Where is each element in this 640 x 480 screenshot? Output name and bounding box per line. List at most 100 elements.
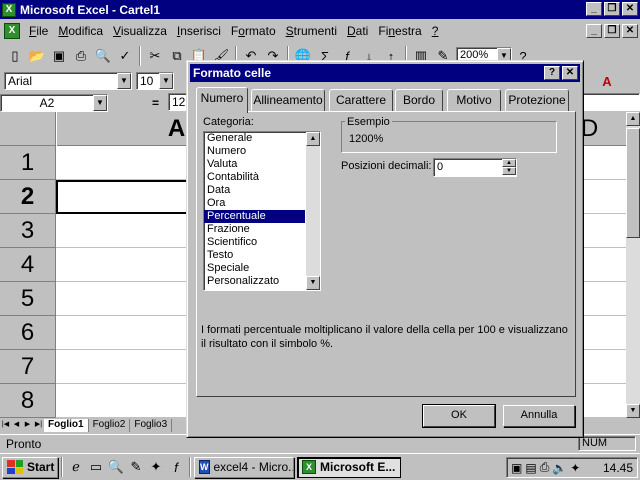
explorer-icon[interactable]: 🔍 xyxy=(106,457,126,477)
print-preview-icon[interactable]: 🔍 xyxy=(92,45,114,67)
last-sheet-icon[interactable]: ▶| xyxy=(33,419,44,431)
tab-bordo[interactable]: Bordo xyxy=(395,89,443,112)
menu-strumenti[interactable]: Strumenti xyxy=(281,24,342,38)
next-sheet-icon[interactable]: ▶ xyxy=(22,419,33,431)
dialog-close-button[interactable]: ✕ xyxy=(562,66,578,80)
select-all-corner[interactable] xyxy=(0,112,56,146)
row-header-6[interactable]: 6 xyxy=(0,316,56,350)
list-item-selected[interactable]: Percentuale xyxy=(204,210,305,223)
vertical-scrollbar[interactable]: ▲ ▼ xyxy=(626,112,640,418)
list-item[interactable]: Personalizzato xyxy=(204,275,305,288)
list-item[interactable]: Generale xyxy=(204,132,305,145)
list-item[interactable]: Testo xyxy=(204,249,305,262)
app-shortcut-icon[interactable]: ✦ xyxy=(146,457,166,477)
list-item[interactable]: Scientifico xyxy=(204,236,305,249)
minimize-button[interactable]: _ xyxy=(586,2,602,16)
cut-icon[interactable]: ✂ xyxy=(144,45,166,67)
spellcheck-icon[interactable]: ✓ xyxy=(114,45,136,67)
active-cell-a2[interactable] xyxy=(56,180,190,214)
chevron-down-icon[interactable]: ▼ xyxy=(93,94,107,111)
sheet-tab-foglio1[interactable]: Foglio1 xyxy=(44,418,89,432)
workbook-icon[interactable]: X xyxy=(4,23,20,39)
tab-numero[interactable]: Numero xyxy=(196,87,248,113)
tray-app-icon[interactable]: ✦ xyxy=(570,461,580,475)
new-icon[interactable]: ▯ xyxy=(4,45,26,67)
clock[interactable]: 14.45 xyxy=(603,461,637,475)
task-microsoft-excel[interactable]: X Microsoft E... xyxy=(297,456,401,478)
prev-sheet-icon[interactable]: ◀ xyxy=(11,419,22,431)
list-item[interactable]: Ora xyxy=(204,197,305,210)
decimal-places-input[interactable]: 0 ▲ ▼ xyxy=(433,158,517,177)
tab-carattere[interactable]: Carattere xyxy=(329,89,393,112)
tab-motivo[interactable]: Motivo xyxy=(447,89,501,112)
category-list[interactable]: Generale Numero Valuta Contabilità Data … xyxy=(203,131,321,291)
start-button[interactable]: Start xyxy=(2,456,58,478)
close-button[interactable]: ✕ xyxy=(622,2,638,16)
scroll-up-icon[interactable]: ▲ xyxy=(306,132,320,146)
row-header-4[interactable]: 4 xyxy=(0,248,56,282)
list-item[interactable]: Numero xyxy=(204,145,305,158)
row-header-1[interactable]: 1 xyxy=(0,146,56,180)
task-word-excel4[interactable]: W excel4 - Micro... xyxy=(194,456,294,478)
font-size-select[interactable]: 10 ▼ xyxy=(136,72,174,90)
dialog-title-bar[interactable]: Formato celle ? ✕ xyxy=(190,64,580,82)
first-sheet-icon[interactable]: |◀ xyxy=(0,419,11,431)
menu-inserisci[interactable]: Inserisci xyxy=(172,24,226,38)
row-header-2[interactable]: 2 xyxy=(0,180,56,214)
chevron-down-icon[interactable]: ▼ xyxy=(159,73,173,89)
spin-up-icon[interactable]: ▲ xyxy=(502,159,516,167)
cancel-button[interactable]: Annulla xyxy=(503,405,575,427)
tab-protezione[interactable]: Protezione xyxy=(505,89,569,112)
save-icon[interactable]: ▣ xyxy=(48,45,70,67)
excel-app-icon[interactable]: X xyxy=(2,2,16,17)
list-item[interactable]: Frazione xyxy=(204,223,305,236)
tray-volume-icon[interactable]: 🔈 xyxy=(552,461,567,475)
sheet-tab-foglio2[interactable]: Foglio2 xyxy=(89,418,131,432)
doc-close-button[interactable]: ✕ xyxy=(622,24,638,38)
open-folder-icon[interactable]: 📂 xyxy=(26,45,48,67)
list-item[interactable]: Data xyxy=(204,184,305,197)
scroll-thumb[interactable] xyxy=(626,128,640,238)
menu-dati[interactable]: Dati xyxy=(342,24,373,38)
spin-down-icon[interactable]: ▼ xyxy=(502,167,516,175)
ok-button[interactable]: OK xyxy=(422,404,496,428)
scroll-up-icon[interactable]: ▲ xyxy=(626,112,640,126)
desktop-icon[interactable]: ▭ xyxy=(86,457,106,477)
tray-network-icon[interactable]: ▣ xyxy=(511,461,522,475)
tray-printer-icon[interactable]: ⎙ xyxy=(540,460,550,475)
font-select[interactable]: Arial ▼ xyxy=(4,72,132,90)
notepad-icon[interactable]: ✎ xyxy=(126,457,146,477)
internet-explorer-icon[interactable]: ℯ xyxy=(66,457,86,477)
tray-monitor-icon[interactable]: ▤ xyxy=(525,461,536,475)
list-item[interactable]: Valuta xyxy=(204,158,305,171)
print-icon[interactable]: ⎙ xyxy=(70,45,92,67)
list-item[interactable]: Speciale xyxy=(204,262,305,275)
access-key: ? xyxy=(431,24,439,38)
name-box[interactable]: A2 ▼ xyxy=(0,93,108,112)
menu-modifica[interactable]: Modifica xyxy=(53,24,108,38)
scroll-down-icon[interactable]: ▼ xyxy=(626,404,640,418)
tab-allineamento[interactable]: Allineamento xyxy=(251,89,325,112)
doc-minimize-button[interactable]: _ xyxy=(586,24,602,38)
function-shortcut-icon[interactable]: f xyxy=(166,457,186,477)
row-header-8[interactable]: 8 xyxy=(0,384,56,418)
doc-restore-button[interactable]: ❐ xyxy=(604,24,620,38)
menu-formato[interactable]: Formato xyxy=(226,24,281,38)
sheet-tab-foglio3[interactable]: Foglio3 xyxy=(130,418,173,432)
list-item[interactable]: Contabilità xyxy=(204,171,305,184)
category-scrollbar[interactable]: ▲ ▼ xyxy=(306,132,320,290)
row-header-5[interactable]: 5 xyxy=(0,282,56,316)
menu-visualizza[interactable]: Visualizza xyxy=(108,24,172,38)
menu-file[interactable]: File xyxy=(24,24,53,38)
decimal-places-spinner[interactable]: ▲ ▼ xyxy=(502,159,516,176)
scroll-down-icon[interactable]: ▼ xyxy=(306,276,320,290)
row-header-7[interactable]: 7 xyxy=(0,350,56,384)
restore-button[interactable]: ❐ xyxy=(604,2,620,16)
chevron-down-icon[interactable]: ▼ xyxy=(117,73,131,89)
copy-icon[interactable]: ⧉ xyxy=(166,45,188,67)
row-header-3[interactable]: 3 xyxy=(0,214,56,248)
font-color-icon[interactable]: A xyxy=(596,70,618,92)
menu-finestra[interactable]: Finestra xyxy=(373,24,426,38)
dialog-help-button[interactable]: ? xyxy=(544,66,560,80)
menu-help[interactable]: ? xyxy=(427,24,444,38)
